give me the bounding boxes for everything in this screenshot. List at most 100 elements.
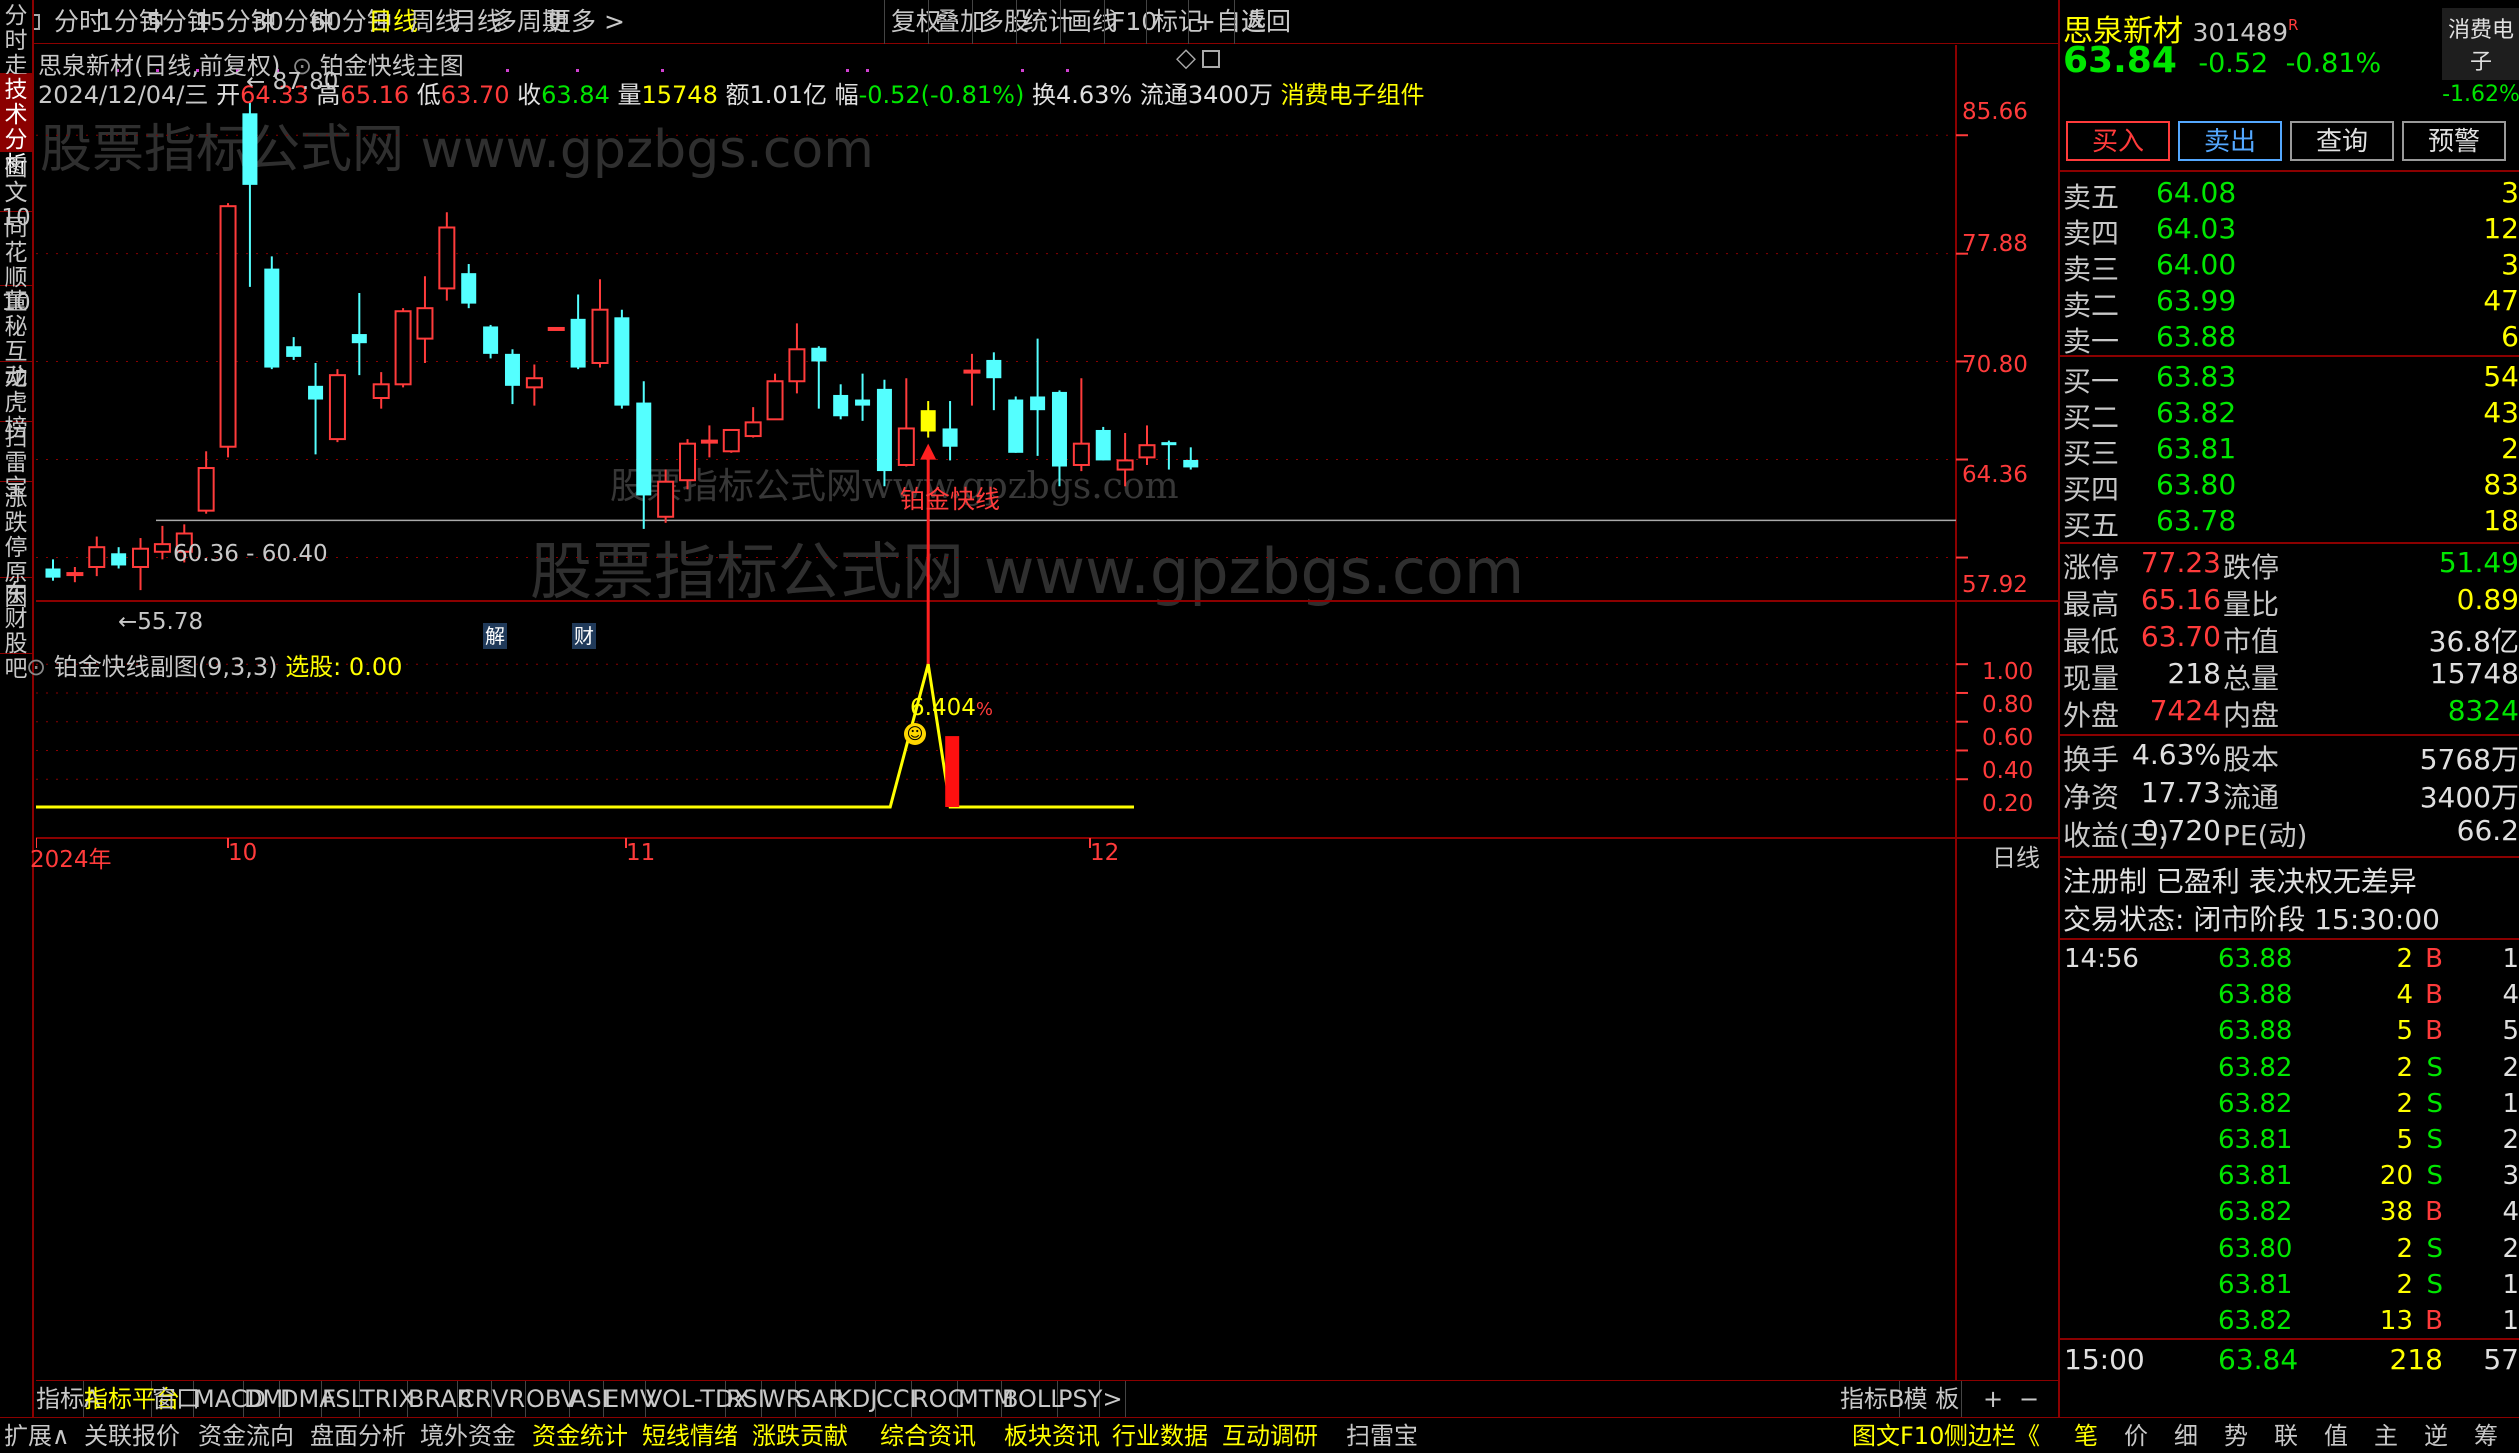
function-tab-8[interactable]: 综合资讯 [880, 1418, 976, 1453]
tab-more[interactable]: 更多 > [546, 0, 625, 44]
nav-intraday[interactable]: 分时走势 [0, 0, 32, 104]
tab-fenshi[interactable]: 分时 [54, 0, 104, 44]
nav-limit-reason[interactable]: 涨跌停原因 [0, 482, 32, 611]
sector-button[interactable]: 消费电子 -1.62% [2442, 8, 2519, 107]
tick-price: 63.81 [2218, 1269, 2293, 1300]
alert-button[interactable]: 预警 [2402, 121, 2506, 161]
sector-label[interactable]: 消费电子组件 [1281, 81, 1425, 109]
indicator-tab-1[interactable]: 指标平台 [84, 1381, 180, 1418]
indicator-tab-20[interactable]: ROC [912, 1381, 964, 1418]
indicator-tab-16[interactable]: WR [762, 1381, 802, 1418]
buy-button[interactable]: 买入 [2066, 121, 2170, 161]
indicator-tab-12[interactable]: ASI [570, 1381, 609, 1418]
indicator-tab-10[interactable]: VR [492, 1381, 526, 1418]
indicator-tab-5[interactable]: DMA [280, 1381, 336, 1418]
function-tab-3[interactable]: 盘面分析 [310, 1418, 406, 1453]
panel-tab-8[interactable]: 筹 [2466, 1418, 2506, 1453]
sub-y-tick-4: 0.40 [1982, 758, 2034, 784]
function-tab-13[interactable]: 图文F10 [1852, 1418, 1944, 1453]
sub-indicator-dropdown-icon[interactable]: ⊙ [26, 653, 46, 681]
expand-diamond-icon[interactable]: ◇ [1176, 43, 1196, 73]
candle [88, 536, 106, 577]
indicator-tab-4[interactable]: DMI [244, 1381, 290, 1418]
function-tab-12[interactable]: 扫雷宝 [1346, 1418, 1418, 1453]
indicator-tab-14[interactable]: VOL-TDX [646, 1381, 750, 1418]
ask-price[interactable]: 63.99 [2156, 284, 2236, 317]
sell-button[interactable]: 卖出 [2178, 121, 2282, 161]
function-tab-6[interactable]: 短线情绪 [642, 1418, 738, 1453]
sub-indicator-name[interactable]: 铂金快线副图(9,3,3) [54, 653, 278, 681]
indicator-tab-6[interactable]: FSL [322, 1381, 364, 1418]
indicator-tab-3[interactable]: MACD [194, 1381, 266, 1418]
indicator-tab-23[interactable]: PSY [1058, 1381, 1102, 1418]
indicator-tab-15[interactable]: RSI [726, 1381, 765, 1418]
bid-price[interactable]: 63.83 [2156, 360, 2236, 393]
indicator-tab-21[interactable]: MTM [958, 1381, 1014, 1418]
function-tab-5[interactable]: 资金统计 [532, 1418, 628, 1453]
ask-price[interactable]: 64.00 [2156, 248, 2236, 281]
window-toggle-icon[interactable] [1202, 50, 1220, 68]
indicator-tab-13[interactable]: EMV [604, 1381, 656, 1418]
indicator-tab-22[interactable]: BOLL [1002, 1381, 1064, 1418]
nav-graphic-f10[interactable]: 图文10 [0, 152, 32, 231]
tool-back[interactable]: 返回 [1234, 0, 1297, 44]
indicator-tab-18[interactable]: KDJ [836, 1381, 877, 1418]
panel-tab-1[interactable]: 价 [2116, 1418, 2156, 1453]
candle-body [766, 380, 784, 421]
nav-secretary[interactable]: 董秘互动 [0, 286, 32, 390]
divider [2060, 1338, 2519, 1340]
panel-tab-3[interactable]: 势 [2216, 1418, 2256, 1453]
nav-minesweeper[interactable]: 扫雷宝 [0, 422, 32, 501]
indicator-tab-24[interactable]: > [1100, 1381, 1126, 1418]
panel-tab-6[interactable]: 主 [2366, 1418, 2406, 1453]
nav-ths-f10[interactable]: 同花顺10 [0, 212, 32, 316]
bid-price[interactable]: 63.78 [2156, 504, 2236, 537]
stat-label: 跌停 [2223, 551, 2280, 584]
function-tab-9[interactable]: 板块资讯 [1004, 1418, 1100, 1453]
indicator-tab-9[interactable]: CR [458, 1381, 492, 1418]
zoom-in-button[interactable]: + [1976, 1381, 2010, 1418]
indicator-tab-b[interactable]: 指标B [1840, 1381, 1904, 1418]
nav-tech-analysis[interactable]: 技术分析 [0, 74, 32, 178]
candle [264, 256, 280, 370]
indicator-tab-2[interactable]: 窗口 [152, 1381, 200, 1418]
indicator-tab-17[interactable]: SAR [796, 1381, 845, 1418]
function-tab-7[interactable]: 涨跌贡献 [752, 1418, 848, 1453]
zoom-out-button[interactable]: − [2012, 1381, 2046, 1418]
tick-list[interactable]: 14:56 63.88 2 B 1 63.88 4 B 4 63.88 5 B 5 63.82 2 S 2 63.… [2060, 940, 2519, 1340]
panel-tab-2[interactable]: 细 [2166, 1418, 2206, 1453]
indicator-tab-19[interactable]: CCI [876, 1381, 917, 1418]
indicator-tab-0[interactable]: 指标A [36, 1381, 100, 1418]
panel-tab-4[interactable]: 联 [2266, 1418, 2306, 1453]
indicator-tab-11[interactable]: OBV [526, 1381, 577, 1418]
bid-price[interactable]: 63.80 [2156, 468, 2236, 501]
query-button[interactable]: 查询 [2290, 121, 2394, 161]
panel-tab-0[interactable]: 笔 [2066, 1418, 2106, 1453]
ask-price[interactable]: 64.08 [2156, 176, 2236, 209]
bid-price[interactable]: 63.82 [2156, 396, 2236, 429]
function-tab-14[interactable]: 侧边栏《 [1944, 1418, 2040, 1453]
indicator-tab-8[interactable]: BRAR [408, 1381, 473, 1418]
panel-tab-5[interactable]: 值 [2316, 1418, 2356, 1453]
nav-dragon-tiger[interactable]: 龙虎榜 [0, 362, 32, 441]
nav-guba[interactable]: 东财股吧 [0, 578, 32, 682]
stat-value: 66.2 [2456, 814, 2519, 847]
unlock-event-marker[interactable]: 解 [483, 623, 507, 649]
template-tab[interactable]: 模 板 [1902, 1381, 1962, 1418]
function-tab-1[interactable]: 关联报价 [84, 1418, 180, 1453]
candlestick-chart[interactable] [36, 45, 2058, 1380]
bid-price[interactable]: 63.81 [2156, 432, 2236, 465]
panel-tab-7[interactable]: 逆 [2416, 1418, 2456, 1453]
ask-price[interactable]: 63.88 [2156, 320, 2236, 353]
indicator-tab-7[interactable]: TRIX [360, 1381, 415, 1418]
chart-area[interactable]: 股票指标公式网 www.gpzbgs.com 股票指标公式网www.gpzbgs… [26, 43, 2058, 1380]
function-tab-0[interactable]: 扩展∧ [4, 1418, 70, 1453]
ask-price[interactable]: 64.03 [2156, 212, 2236, 245]
candle-body [897, 427, 915, 466]
candle-body [855, 399, 871, 406]
function-tab-11[interactable]: 互动调研 [1222, 1418, 1318, 1453]
function-tab-2[interactable]: 资金流向 [198, 1418, 294, 1453]
function-tab-4[interactable]: 境外资金 [420, 1418, 516, 1453]
finance-event-marker[interactable]: 财 [572, 623, 596, 649]
function-tab-10[interactable]: 行业数据 [1112, 1418, 1208, 1453]
